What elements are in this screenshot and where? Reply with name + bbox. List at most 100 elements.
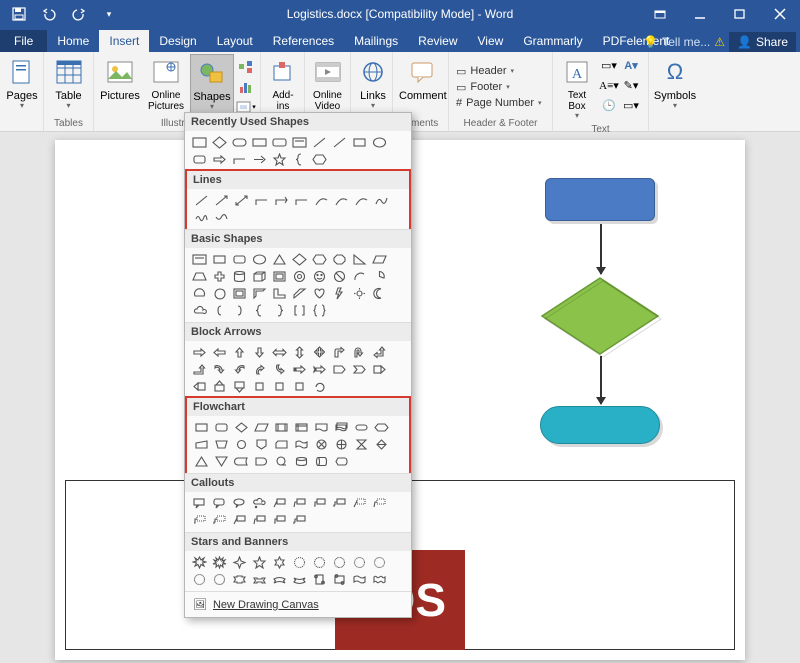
bs-lshape[interactable]	[271, 286, 288, 301]
undo-icon[interactable]	[36, 3, 62, 25]
ba-callout-d[interactable]	[231, 379, 248, 394]
ba-striped[interactable]	[291, 362, 308, 377]
ba-callout-lr[interactable]	[251, 379, 268, 394]
tab-view[interactable]: View	[468, 30, 514, 52]
tab-grammarly[interactable]: Grammarly	[513, 30, 592, 52]
smartart-icon[interactable]	[236, 58, 256, 76]
bs-brace-r[interactable]	[271, 303, 288, 318]
bs-bracket-r[interactable]	[231, 303, 248, 318]
ba-callout-l[interactable]	[191, 379, 208, 394]
st-6point[interactable]	[271, 555, 288, 570]
fc-document[interactable]	[313, 420, 330, 435]
st-5point[interactable]	[251, 555, 268, 570]
ba-curved-u[interactable]	[251, 362, 268, 377]
bs-braces[interactable]	[311, 303, 328, 318]
st-16point[interactable]	[371, 555, 388, 570]
fc-storeddata[interactable]	[233, 454, 250, 469]
fc-terminator[interactable]	[353, 420, 370, 435]
st-24point[interactable]	[191, 572, 208, 587]
line-arrow[interactable]	[213, 193, 230, 208]
bs-donut[interactable]	[291, 269, 308, 284]
bs-bevel[interactable]	[271, 269, 288, 284]
st-wave[interactable]	[351, 572, 368, 587]
ba-bentup[interactable]	[191, 362, 208, 377]
pictures-button[interactable]: Pictures	[98, 54, 142, 104]
shape-hex[interactable]	[311, 152, 328, 167]
textbox-button[interactable]: A Text Box▾	[557, 54, 597, 123]
line-curve[interactable]	[313, 193, 330, 208]
shape-process[interactable]	[251, 135, 268, 150]
shape-oval[interactable]	[371, 135, 388, 150]
dropcap-icon[interactable]: A≡▾	[599, 76, 619, 94]
shape-elbow[interactable]	[231, 152, 248, 167]
bs-cloud[interactable]	[191, 303, 208, 318]
shape-roundrect2[interactable]	[271, 135, 288, 150]
st-ribbon-curve-d[interactable]	[291, 572, 308, 587]
warning-icon[interactable]: ⚠	[714, 35, 725, 49]
comment-button[interactable]: Comment	[397, 54, 449, 104]
bs-moon[interactable]	[371, 286, 388, 301]
line-curve-arrow[interactable]	[333, 193, 350, 208]
close-button[interactable]	[760, 0, 800, 28]
co-accent2[interactable]	[371, 496, 388, 511]
st-ribbon-d[interactable]	[251, 572, 268, 587]
fc-process[interactable]	[193, 420, 210, 435]
fc-display[interactable]	[333, 454, 350, 469]
ba-curved-r[interactable]	[211, 362, 228, 377]
pages-button[interactable]: Pages▾	[4, 54, 40, 113]
table-button[interactable]: Table▾	[48, 54, 89, 113]
links-button[interactable]: Links▾	[355, 54, 391, 113]
bs-sun[interactable]	[351, 286, 368, 301]
save-icon[interactable]	[6, 3, 32, 25]
online-pictures-button[interactable]: Online Pictures	[144, 54, 188, 114]
object-icon[interactable]: ▭▾	[621, 96, 641, 114]
st-7point[interactable]	[291, 555, 308, 570]
ba-pentagon[interactable]	[331, 362, 348, 377]
shape-star[interactable]	[271, 152, 288, 167]
new-drawing-canvas[interactable]: 🖼 New Drawing Canvas	[185, 591, 411, 617]
shape-rect2[interactable]	[351, 135, 368, 150]
tab-design[interactable]: Design	[149, 30, 206, 52]
bs-bracket-l[interactable]	[211, 303, 228, 318]
co-rect[interactable]	[191, 496, 208, 511]
bs-textbox[interactable]	[191, 252, 208, 267]
co-border4[interactable]	[291, 513, 308, 528]
flowchart-arrow-2[interactable]	[600, 356, 602, 404]
flowchart-rectangle[interactable]	[545, 178, 655, 221]
st-doublewave[interactable]	[371, 572, 388, 587]
online-video-button[interactable]: Online Video	[309, 54, 346, 114]
bs-can[interactable]	[231, 269, 248, 284]
fc-manualop[interactable]	[213, 437, 230, 452]
co-cloud[interactable]	[251, 496, 268, 511]
qat-customize-icon[interactable]: ▾	[96, 3, 122, 25]
fc-merge[interactable]	[213, 454, 230, 469]
ba-notched[interactable]	[311, 362, 328, 377]
fc-collate[interactable]	[353, 437, 370, 452]
bs-noentry[interactable]	[331, 269, 348, 284]
fc-delay[interactable]	[253, 454, 270, 469]
tab-layout[interactable]: Layout	[207, 30, 263, 52]
fc-magdisk[interactable]	[293, 454, 310, 469]
tell-me-search[interactable]: 💡Tell me...	[643, 35, 710, 49]
ba-right[interactable]	[191, 345, 208, 360]
flowchart-rounded-rect[interactable]	[540, 406, 660, 444]
st-8point[interactable]	[311, 555, 328, 570]
ba-callout-u[interactable]	[211, 379, 228, 394]
st-4point[interactable]	[231, 555, 248, 570]
ba-up[interactable]	[231, 345, 248, 360]
line-elbow-arrow[interactable]	[273, 193, 290, 208]
signature-icon[interactable]: ✎▾	[621, 76, 641, 94]
tab-mailings[interactable]: Mailings	[344, 30, 408, 52]
co-border3[interactable]	[271, 513, 288, 528]
redo-icon[interactable]	[66, 3, 92, 25]
fc-decision[interactable]	[233, 420, 250, 435]
shape-roundrect[interactable]	[231, 135, 248, 150]
line-freeform[interactable]	[373, 193, 390, 208]
st-explosion2[interactable]	[211, 555, 228, 570]
ba-left[interactable]	[211, 345, 228, 360]
tab-references[interactable]: References	[263, 30, 344, 52]
ba-leftup[interactable]	[371, 345, 388, 360]
bs-chord[interactable]	[191, 286, 208, 301]
flowchart-arrow-1[interactable]	[600, 224, 602, 274]
bs-rect[interactable]	[211, 252, 228, 267]
